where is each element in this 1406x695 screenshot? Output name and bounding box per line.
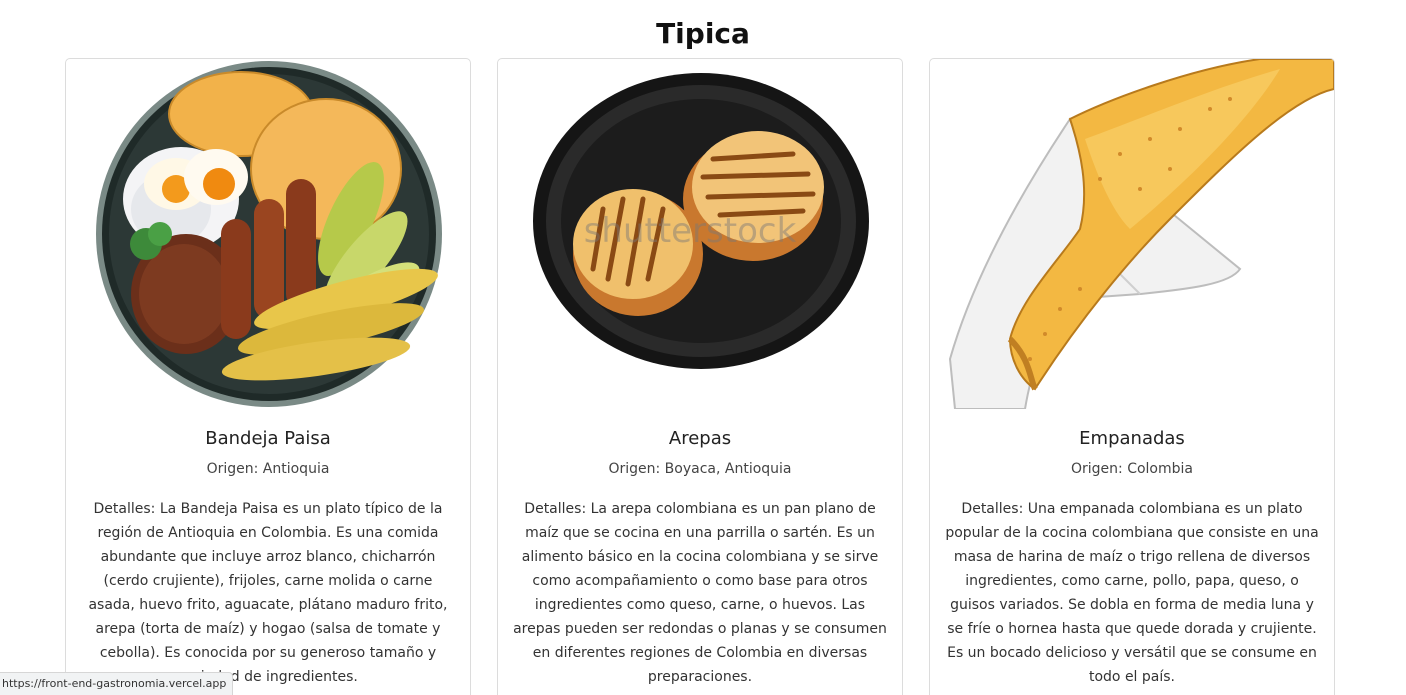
bandeja-paisa-image — [66, 59, 470, 409]
empanadas-image — [930, 59, 1334, 409]
page: Tipica Bandeja Paisa Origen: Antioquia D… — [0, 0, 1406, 695]
card-body: Empanadas Origen: Colombia Detalles: Una… — [930, 419, 1334, 689]
food-card-arepas[interactable]: shutterstock Arepas Origen: Boyaca, Anti… — [497, 58, 903, 695]
card-details: Detalles: La Bandeja Paisa es un plato t… — [88, 501, 448, 685]
card-title: Empanadas — [1079, 428, 1185, 449]
card-origin: Origen: Boyaca, Antioquia — [608, 461, 792, 477]
card-origin: Origen: Antioquia — [206, 461, 330, 477]
card-title: Bandeja Paisa — [205, 428, 331, 449]
card-details: Detalles: Una empanada colombiana es un … — [945, 501, 1319, 685]
arepas-image: shutterstock — [498, 59, 902, 409]
card-origin: Origen: Colombia — [1071, 461, 1193, 477]
watermark-text: shutterstock — [584, 211, 797, 251]
food-card-bandeja-paisa[interactable]: Bandeja Paisa Origen: Antioquia Detalles… — [65, 58, 471, 695]
card-body: Arepas Origen: Boyaca, Antioquia Detalle… — [498, 419, 902, 689]
card-body: Bandeja Paisa Origen: Antioquia Detalles… — [66, 419, 470, 689]
browser-status-url: https://front-end-gastronomia.vercel.app — [0, 672, 234, 695]
card-title: Arepas — [668, 428, 732, 449]
food-card-empanadas[interactable]: Empanadas Origen: Colombia Detalles: Una… — [929, 58, 1335, 695]
section-title: Tipica — [656, 17, 750, 50]
card-details: Detalles: La arepa colombiana es un pan … — [513, 501, 887, 685]
